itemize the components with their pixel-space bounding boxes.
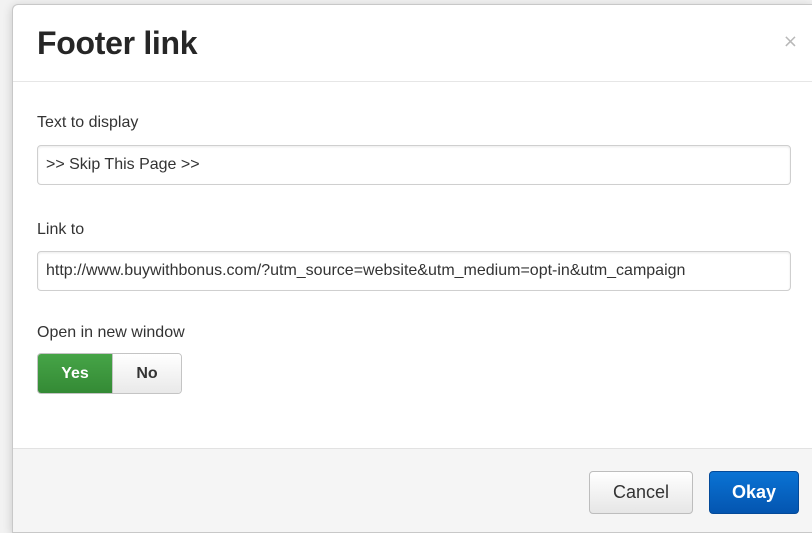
dialog-header: Footer link × <box>13 5 812 82</box>
dialog-title: Footer link <box>37 25 198 61</box>
text-to-display-label: Text to display <box>37 114 139 131</box>
toggle-yes-button[interactable]: Yes <box>38 354 112 393</box>
open-in-new-window-toggle: Yes No <box>37 353 182 394</box>
link-to-label: Link to <box>37 221 85 238</box>
cancel-button[interactable]: Cancel <box>589 471 693 514</box>
toggle-no-button[interactable]: No <box>112 354 181 393</box>
link-to-input[interactable] <box>37 251 791 291</box>
close-icon[interactable]: × <box>783 33 798 51</box>
dialog-body: Text to display Link to Open in new wind… <box>13 82 812 448</box>
footer-link-dialog: Footer link × Text to display Link to Op… <box>12 4 812 533</box>
dialog-footer: Cancel Okay <box>13 448 812 532</box>
open-in-new-window-label: Open in new window <box>37 324 185 341</box>
text-to-display-input[interactable] <box>37 145 791 185</box>
okay-button[interactable]: Okay <box>709 471 799 514</box>
